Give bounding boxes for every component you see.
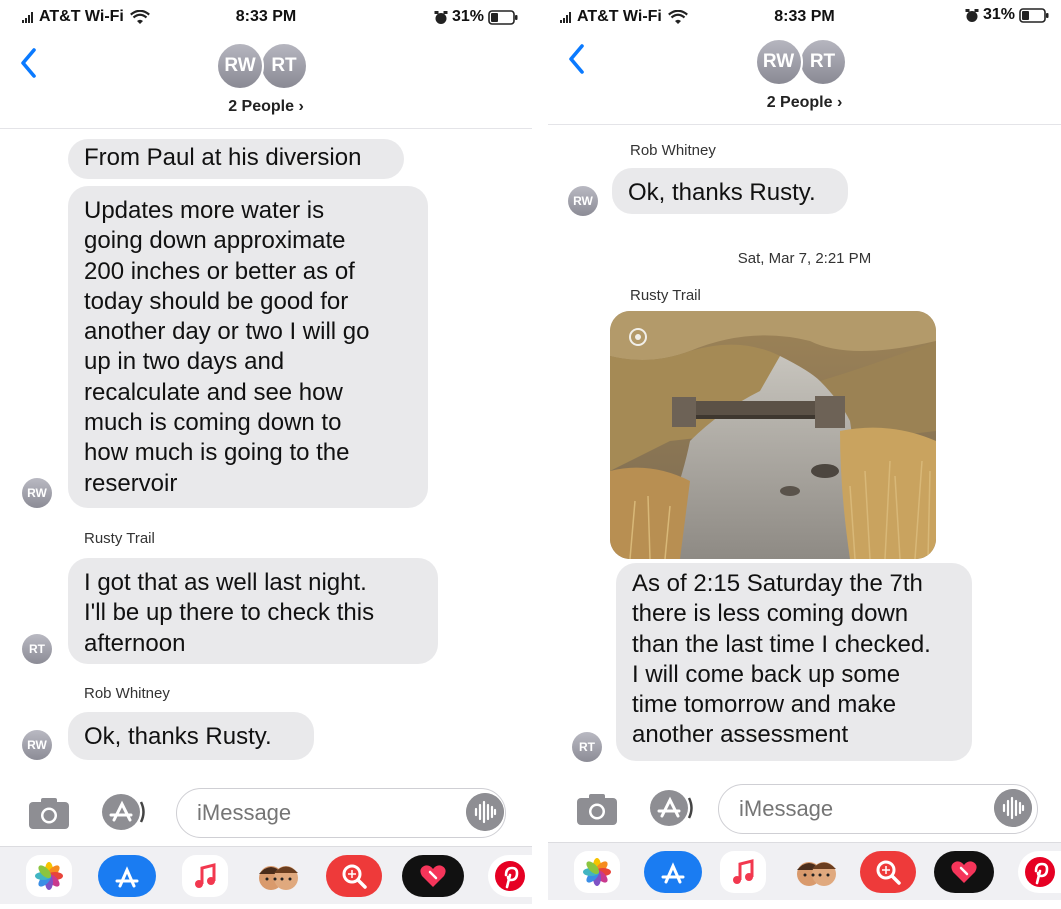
sender-name: Rob Whitney [630, 142, 716, 159]
status-bar: AT&T Wi-Fi 8:33 PM 31% [548, 6, 1061, 30]
music-app-icon[interactable] [182, 855, 228, 897]
app-drawer [0, 846, 532, 904]
sender-name: Rusty Trail [630, 287, 701, 304]
avatar: RW [216, 42, 264, 90]
pinterest-app-icon[interactable] [1018, 851, 1061, 893]
image-search-app-icon[interactable] [326, 855, 382, 897]
message-bubble[interactable]: Updates more water is going down approxi… [68, 186, 428, 508]
battery-percent: 31% [982, 6, 1015, 23]
memoji-app-icon[interactable] [790, 851, 842, 893]
audio-waveform-icon[interactable] [994, 789, 1032, 827]
image-search-app-icon[interactable] [860, 851, 916, 893]
conversation-header: RW RT 2 People › [548, 32, 1061, 122]
pinterest-app-icon[interactable] [488, 855, 532, 897]
photos-app-icon[interactable] [574, 851, 620, 893]
alarm-icon [965, 8, 979, 22]
battery-percent: 31% [451, 8, 484, 25]
status-right: 31% [965, 6, 1049, 24]
conversation-header: RW RT 2 People › [0, 36, 532, 126]
back-button[interactable] [562, 40, 592, 80]
status-right: 31% [434, 8, 518, 26]
avatar: RW [22, 478, 52, 508]
left-screenshot: AT&T Wi-Fi 8:33 PM 31% RW RT 2 People › … [0, 0, 532, 909]
people-link[interactable]: 2 People › [548, 94, 1061, 112]
message-bubble[interactable]: Ok, thanks Rusty. [612, 168, 848, 214]
app-drawer [548, 842, 1061, 900]
compose-bar [0, 786, 532, 842]
right-screenshot: AT&T Wi-Fi 8:33 PM 31% RW RT 2 People › … [548, 0, 1061, 909]
header-divider [548, 124, 1061, 125]
avatar: RT [260, 42, 308, 90]
avatar: RT [572, 732, 602, 762]
message-bubble[interactable]: I got that as well last night. I'll be u… [68, 558, 438, 664]
compose-bar [548, 782, 1061, 838]
memoji-app-icon[interactable] [252, 855, 304, 897]
message-input[interactable] [718, 784, 1038, 834]
digital-touch-app-icon[interactable] [934, 851, 994, 893]
battery-icon [1019, 7, 1049, 23]
photo-attachment[interactable] [610, 311, 936, 559]
message-bubble[interactable]: Ok, thanks Rusty. [68, 712, 314, 760]
digital-touch-app-icon[interactable] [402, 855, 464, 897]
photos-app-icon[interactable] [26, 855, 72, 897]
timestamp: Sat, Mar 7, 2:21 PM [737, 250, 872, 267]
audio-waveform-icon[interactable] [466, 793, 504, 831]
back-button[interactable] [14, 44, 44, 84]
avatar: RT [22, 634, 52, 664]
sender-name: Rusty Trail [84, 530, 155, 547]
group-avatars[interactable]: RW RT [216, 42, 316, 90]
alarm-icon [434, 10, 448, 24]
music-app-icon[interactable] [720, 851, 766, 893]
app-store-icon[interactable] [644, 851, 702, 893]
app-store-icon[interactable] [648, 788, 694, 828]
avatar: RW [22, 730, 52, 760]
people-link[interactable]: 2 People › [0, 98, 532, 116]
app-store-icon[interactable] [100, 792, 146, 832]
sender-name: Rob Whitney [84, 685, 170, 702]
avatar: RW [568, 186, 598, 216]
message-bubble[interactable]: From Paul at his diversion [68, 139, 404, 179]
app-store-icon[interactable] [98, 855, 156, 897]
camera-icon[interactable] [576, 792, 618, 826]
message-input[interactable] [176, 788, 506, 838]
message-bubble[interactable]: As of 2:15 Saturday the 7th there is les… [616, 563, 972, 761]
avatar: RW [754, 38, 803, 86]
camera-icon[interactable] [28, 796, 70, 830]
status-bar: AT&T Wi-Fi 8:33 PM 31% [0, 8, 532, 30]
battery-icon [488, 9, 518, 25]
avatar: RT [798, 38, 847, 86]
group-avatars[interactable]: RW RT [754, 38, 855, 86]
header-divider [0, 128, 532, 129]
